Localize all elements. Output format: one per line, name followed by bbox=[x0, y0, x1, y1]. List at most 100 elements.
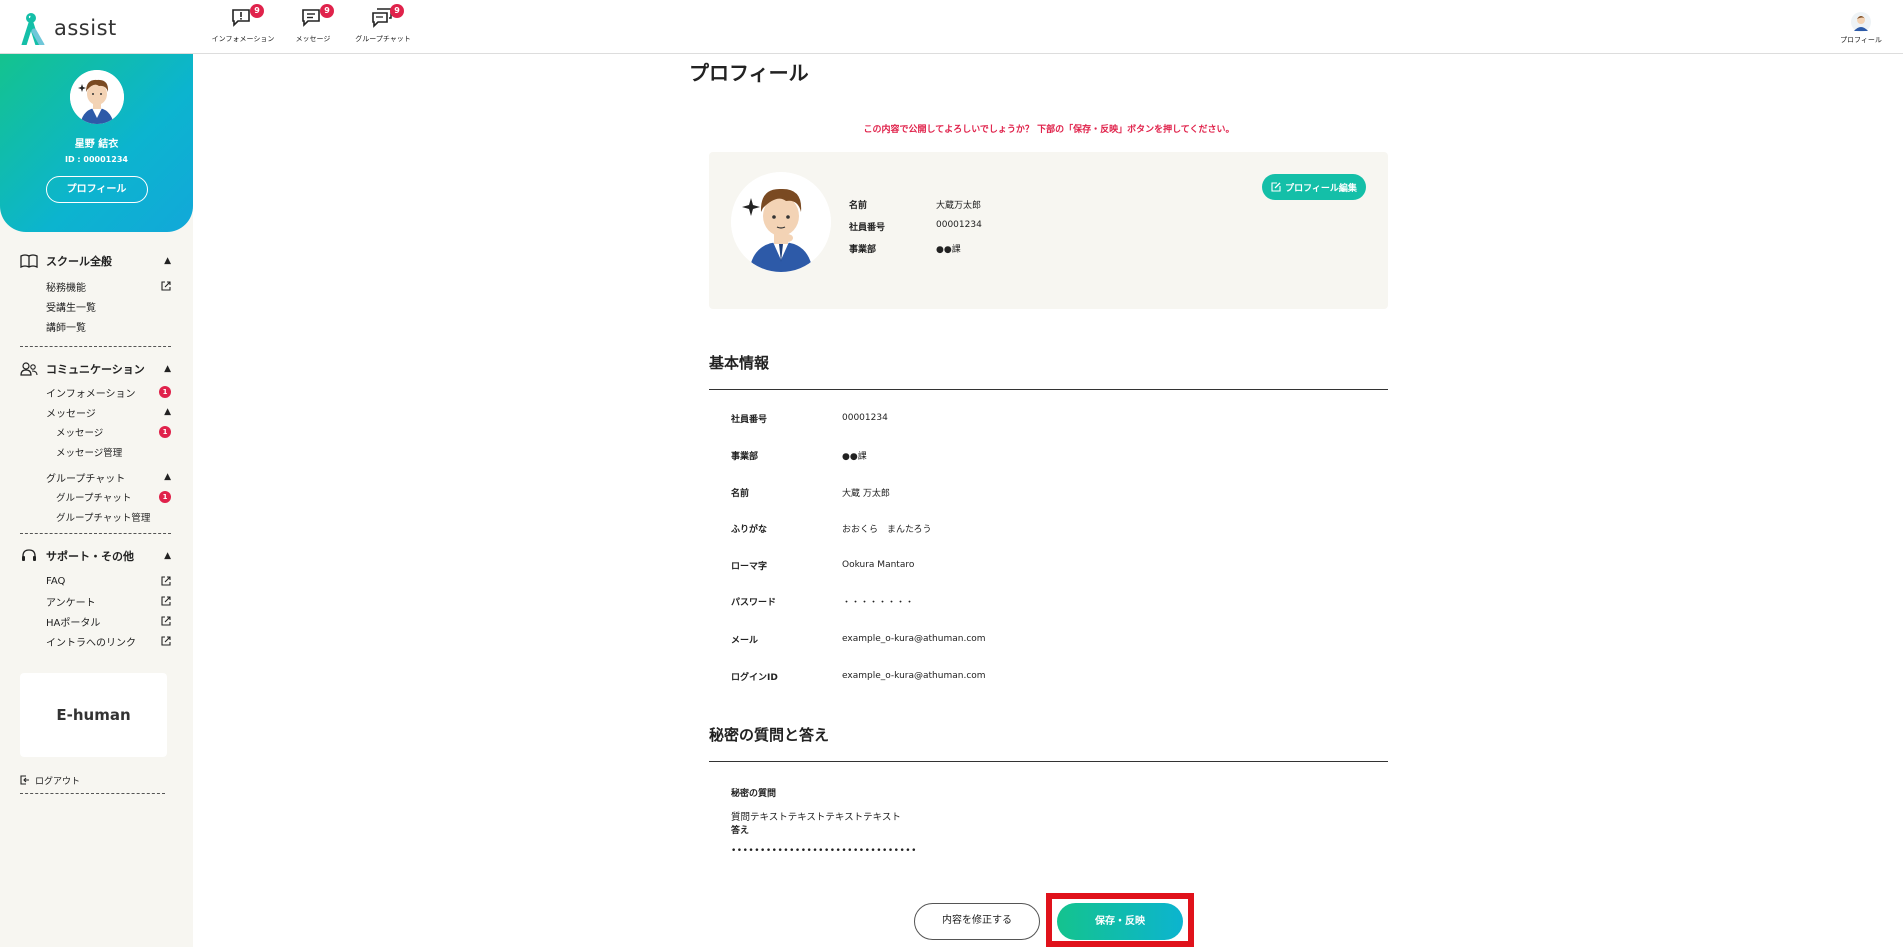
external-link-icon bbox=[161, 636, 171, 646]
profile-preview-card: 名前 大蔵万太郎 社員番号 00001234 事業部 ●●課 プロフィール編集 bbox=[709, 152, 1388, 309]
edit-icon bbox=[1271, 182, 1281, 192]
sidebar-item-label: メッセージ bbox=[46, 408, 96, 420]
sidebar-item-teachers[interactable]: 講師一覧 bbox=[20, 316, 171, 336]
sidebar-item-students[interactable]: 受講生一覧 bbox=[20, 296, 171, 316]
info-row-employee-number: 社員番号 00001234 bbox=[731, 411, 888, 425]
notification-badge: 1 bbox=[159, 491, 171, 503]
assist-logo[interactable]: assist bbox=[20, 10, 130, 46]
avatar bbox=[1851, 12, 1871, 32]
info-value: 大蔵 万太郎 bbox=[842, 488, 890, 499]
summary-row: 社員番号 00001234 bbox=[849, 220, 982, 242]
profile-summary: 名前 大蔵万太郎 社員番号 00001234 事業部 ●●課 bbox=[849, 198, 982, 264]
divider bbox=[709, 761, 1388, 762]
sidebar-group-message[interactable]: メッセージ ▲ bbox=[20, 402, 171, 422]
summary-label: 社員番号 bbox=[849, 223, 886, 233]
summary-value: ●●課 bbox=[936, 245, 961, 255]
profile-edit-button[interactable]: プロフィール編集 bbox=[1262, 174, 1366, 200]
caret-up-icon: ▲ bbox=[164, 364, 171, 374]
caret-up-icon: ▲ bbox=[164, 407, 171, 417]
info-label: 名前 bbox=[731, 488, 750, 499]
sidebar-item-intranet[interactable]: イントラへのリンク bbox=[20, 631, 171, 651]
section-communication-header[interactable]: コミュニケーション ▲ bbox=[20, 360, 171, 378]
sidebar-profile-button[interactable]: プロフィール bbox=[45, 176, 148, 203]
section-school-title: スクール全般 bbox=[46, 255, 112, 268]
sidebar-item-label: グループチャット bbox=[46, 473, 126, 485]
summary-value: 00001234 bbox=[936, 220, 982, 230]
section-support-header[interactable]: サポート・その他 ▲ bbox=[20, 547, 171, 565]
sidebar-item-group-chat[interactable]: グループチャット 1 bbox=[20, 487, 171, 507]
headset-icon bbox=[22, 549, 36, 561]
logout-icon bbox=[20, 775, 29, 785]
header-profile[interactable]: プロフィール bbox=[1839, 12, 1883, 45]
sidebar-item-label: FAQ bbox=[46, 575, 66, 587]
info-row-romaji: ローマ字 Ookura Mantaro bbox=[731, 558, 914, 572]
external-link-icon bbox=[161, 576, 171, 586]
sidebar-item-message[interactable]: メッセージ 1 bbox=[20, 422, 171, 442]
avatar bbox=[69, 70, 124, 124]
notification-badge: 1 bbox=[159, 386, 171, 398]
confirm-notice: この内容で公開してよろしいでしょうか？ 下部の「保存・反映」ボタンを押してくださ… bbox=[863, 125, 1235, 135]
divider bbox=[20, 793, 165, 794]
info-row-login-id: ログインID example_o-kura@athuman.com bbox=[731, 669, 986, 683]
info-row-email: メール example_o-kura@athuman.com bbox=[731, 632, 986, 646]
header-profile-label: プロフィール bbox=[1840, 36, 1882, 44]
info-value: example_o-kura@athuman.com bbox=[842, 671, 986, 681]
nav-label: メッセージ bbox=[295, 35, 331, 43]
top-navigation: 9 インフォメーション 9 メッセージ 9 グループチャット bbox=[212, 4, 412, 48]
sidebar: 星野 結衣 ID : 00001234 プロフィール スクール全般 ▲ 秘務機能… bbox=[0, 54, 193, 947]
nav-badge: 9 bbox=[320, 4, 334, 18]
info-bubble-icon: 9 bbox=[231, 4, 264, 30]
caret-up-icon: ▲ bbox=[164, 551, 171, 561]
sidebar-item-label: イントラへのリンク bbox=[46, 637, 136, 649]
logo-text: assist bbox=[54, 16, 117, 40]
sidebar-item-message-manage[interactable]: メッセージ管理 bbox=[20, 442, 171, 462]
external-link-icon bbox=[161, 281, 171, 291]
info-row-department: 事業部 ●●課 bbox=[731, 448, 867, 462]
logo-mark-icon bbox=[21, 13, 45, 45]
info-row-name: 名前 大蔵 万太郎 bbox=[731, 485, 890, 499]
caret-up-icon: ▲ bbox=[164, 256, 171, 266]
profile-edit-label: プロフィール編集 bbox=[1285, 183, 1357, 194]
sidebar-item-label: グループチャット bbox=[56, 493, 132, 504]
nav-information[interactable]: 9 インフォメーション bbox=[212, 4, 274, 48]
secret-qa-title: 秘密の質問と答え bbox=[709, 726, 830, 744]
save-publish-button[interactable]: 保存・反映 bbox=[1057, 903, 1183, 940]
sidebar-item-faq[interactable]: FAQ bbox=[20, 571, 171, 591]
message-bubble-icon: 9 bbox=[301, 4, 334, 30]
notification-badge: 1 bbox=[159, 426, 171, 438]
secret-question-label: 秘密の質問 bbox=[731, 789, 777, 799]
sidebar-group-group-chat[interactable]: グループチャット ▲ bbox=[20, 467, 171, 487]
summary-label: 名前 bbox=[849, 201, 868, 211]
user-id: ID : 00001234 bbox=[65, 155, 128, 164]
sidebar-item-label: HAポータル bbox=[46, 617, 101, 629]
sidebar-item-label: メッセージ管理 bbox=[56, 448, 123, 459]
sidebar-item-label: 受講生一覧 bbox=[46, 302, 96, 314]
logout-link[interactable]: ログアウト bbox=[20, 773, 171, 787]
section-school-header[interactable]: スクール全般 ▲ bbox=[20, 252, 171, 270]
secret-question-text: 質問テキストテキストテキストテキスト bbox=[731, 812, 901, 823]
e-human-banner[interactable]: E-human bbox=[20, 673, 167, 757]
sidebar-item-label: 秘務機能 bbox=[46, 282, 86, 294]
user-name: 星野 結衣 bbox=[74, 139, 119, 150]
divider bbox=[20, 533, 171, 534]
sidebar-item-group-chat-manage[interactable]: グループチャット管理 bbox=[20, 507, 171, 527]
info-label: パスワード bbox=[731, 597, 777, 608]
sidebar-item-office[interactable]: 秘務機能 bbox=[20, 276, 171, 296]
avatar bbox=[731, 172, 831, 272]
summary-label: 事業部 bbox=[849, 245, 877, 255]
book-icon bbox=[20, 254, 38, 268]
info-value: 00001234 bbox=[842, 413, 888, 423]
sidebar-item-survey[interactable]: アンケート bbox=[20, 591, 171, 611]
sidebar-item-ha-portal[interactable]: HAポータル bbox=[20, 611, 171, 631]
section-support-title: サポート・その他 bbox=[46, 550, 134, 563]
external-link-icon bbox=[161, 596, 171, 606]
page-title: プロフィール bbox=[689, 61, 809, 85]
sidebar-menu: スクール全般 ▲ 秘務機能 受講生一覧 講師一覧 コミュニケーション ▲ インフ… bbox=[0, 232, 193, 794]
info-value: ・・・・・・・・ bbox=[842, 597, 915, 608]
nav-message[interactable]: 9 メッセージ bbox=[284, 4, 342, 48]
sidebar-item-information[interactable]: インフォメーション 1 bbox=[20, 382, 171, 402]
divider bbox=[709, 389, 1388, 390]
nav-group-chat[interactable]: 9 グループチャット bbox=[354, 4, 412, 48]
modify-button[interactable]: 内容を修正する bbox=[914, 903, 1040, 940]
info-value: おおくら まんたろう bbox=[842, 524, 932, 535]
